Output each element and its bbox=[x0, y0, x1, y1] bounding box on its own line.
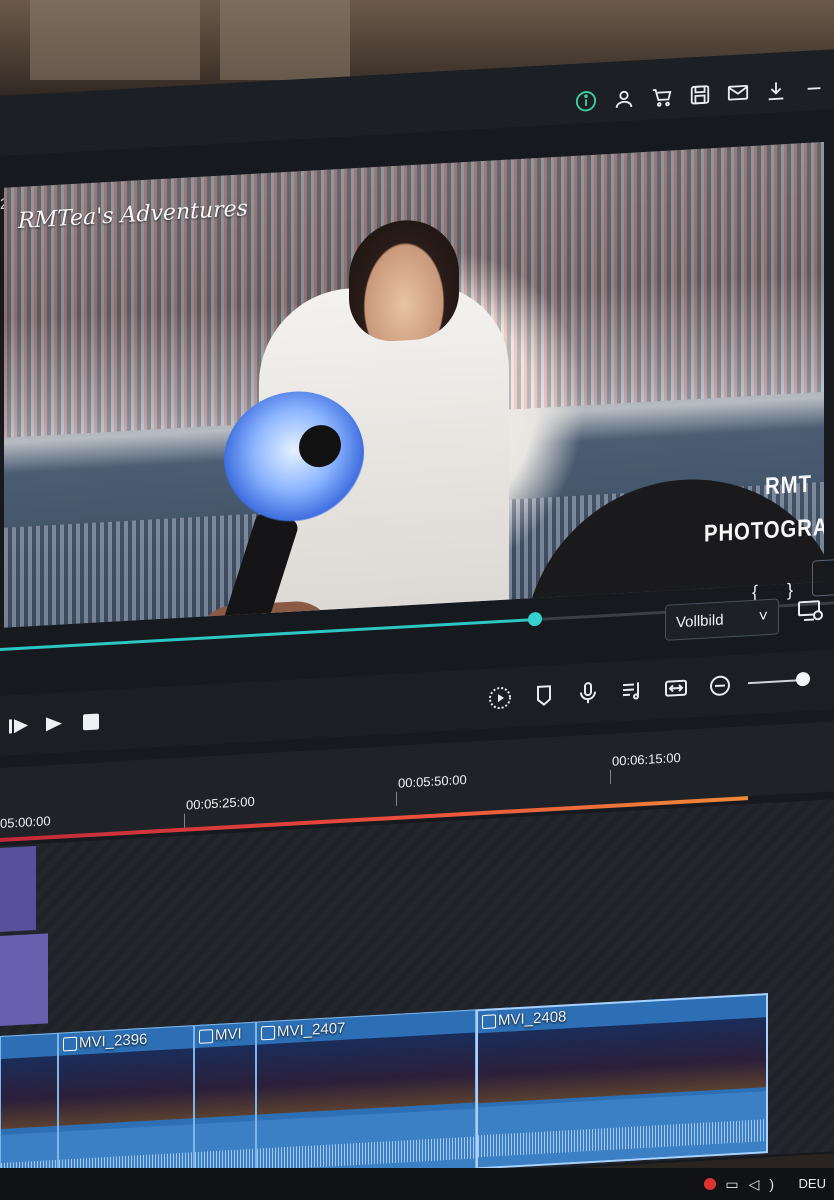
ruler-tick bbox=[184, 813, 185, 828]
fit-timeline-icon[interactable] bbox=[664, 675, 690, 702]
wall-poster bbox=[30, 0, 200, 80]
ruler-label: 00:06:15:00 bbox=[612, 749, 681, 769]
microphone-icon[interactable] bbox=[576, 680, 602, 707]
overlay-track-clip[interactable] bbox=[0, 845, 36, 932]
ruler-label: 05:00:00 bbox=[0, 813, 51, 831]
clip-label: MVI_2396 bbox=[79, 1030, 148, 1052]
ruler-label: 00:05:25:00 bbox=[186, 793, 255, 813]
system-taskbar: ▭◁) DEU bbox=[0, 1168, 834, 1200]
chevron-down-icon: ˅ bbox=[758, 608, 768, 626]
language-indicator[interactable]: DEU bbox=[799, 1176, 826, 1191]
overlay-track-clip[interactable] bbox=[0, 933, 48, 1026]
video-preview[interactable]: RMTea's Adventures RMT PHOTOGRAPHS bbox=[4, 141, 824, 628]
clip-label: MVI_2408 bbox=[498, 1008, 567, 1030]
film-icon bbox=[261, 1025, 275, 1041]
watermark-line-1: RMT bbox=[765, 470, 812, 501]
clip-thumbnail bbox=[478, 1017, 766, 1104]
view-mode-select[interactable]: Vollbild ˅ bbox=[665, 598, 779, 641]
timeline-clip[interactable]: MVI_2407 bbox=[256, 1009, 476, 1182]
minimize-icon[interactable] bbox=[802, 76, 826, 101]
film-icon bbox=[482, 1014, 496, 1030]
clip-label: MVI_2407 bbox=[277, 1019, 346, 1041]
preview-playback-icon[interactable] bbox=[488, 685, 514, 712]
timeline-clip-selected[interactable]: MVI_2408 bbox=[476, 993, 768, 1170]
notification-icon[interactable] bbox=[704, 1178, 716, 1190]
info-icon[interactable] bbox=[574, 89, 598, 114]
film-icon bbox=[63, 1036, 77, 1052]
tray-icons[interactable]: ▭◁) bbox=[725, 1176, 784, 1193]
play-icon[interactable] bbox=[44, 714, 64, 738]
view-mode-label: Vollbild bbox=[676, 611, 724, 631]
download-icon[interactable] bbox=[764, 78, 788, 103]
cart-icon[interactable] bbox=[650, 84, 674, 109]
mail-icon[interactable] bbox=[726, 80, 750, 105]
watermark-line-2: PHOTOGRAPHS bbox=[704, 511, 824, 548]
user-icon[interactable] bbox=[612, 86, 636, 111]
timeline-clip[interactable]: MVI bbox=[194, 1021, 256, 1186]
save-icon[interactable] bbox=[688, 82, 712, 107]
video-editor-window: 2 RMTea's Adventures RMT PHOTOGRAPHS { }… bbox=[0, 49, 834, 1200]
film-icon bbox=[199, 1029, 213, 1044]
monitor-settings-icon[interactable] bbox=[798, 600, 824, 623]
music-list-icon[interactable] bbox=[620, 678, 646, 705]
time-display-box[interactable] bbox=[812, 558, 834, 597]
prev-frame-icon[interactable] bbox=[8, 716, 30, 740]
clip-thumbnail bbox=[195, 1044, 255, 1119]
clip-thumbnail bbox=[1, 1055, 57, 1129]
wall-poster bbox=[220, 0, 350, 80]
ruler-label: 00:05:50:00 bbox=[398, 771, 467, 791]
scrub-handle[interactable] bbox=[528, 611, 542, 627]
top-toolbar bbox=[574, 76, 826, 114]
clip-thumbnail bbox=[59, 1048, 193, 1126]
zoom-out-icon[interactable] bbox=[708, 673, 734, 700]
ruler-tick bbox=[610, 769, 611, 784]
marker-icon[interactable] bbox=[532, 683, 558, 710]
watermark-photographs: RMT PHOTOGRAPHS bbox=[704, 459, 824, 556]
stop-icon[interactable] bbox=[82, 712, 100, 736]
ruler-tick bbox=[396, 791, 397, 806]
clip-label: MVI bbox=[215, 1025, 242, 1044]
clip-thumbnail bbox=[257, 1032, 475, 1115]
